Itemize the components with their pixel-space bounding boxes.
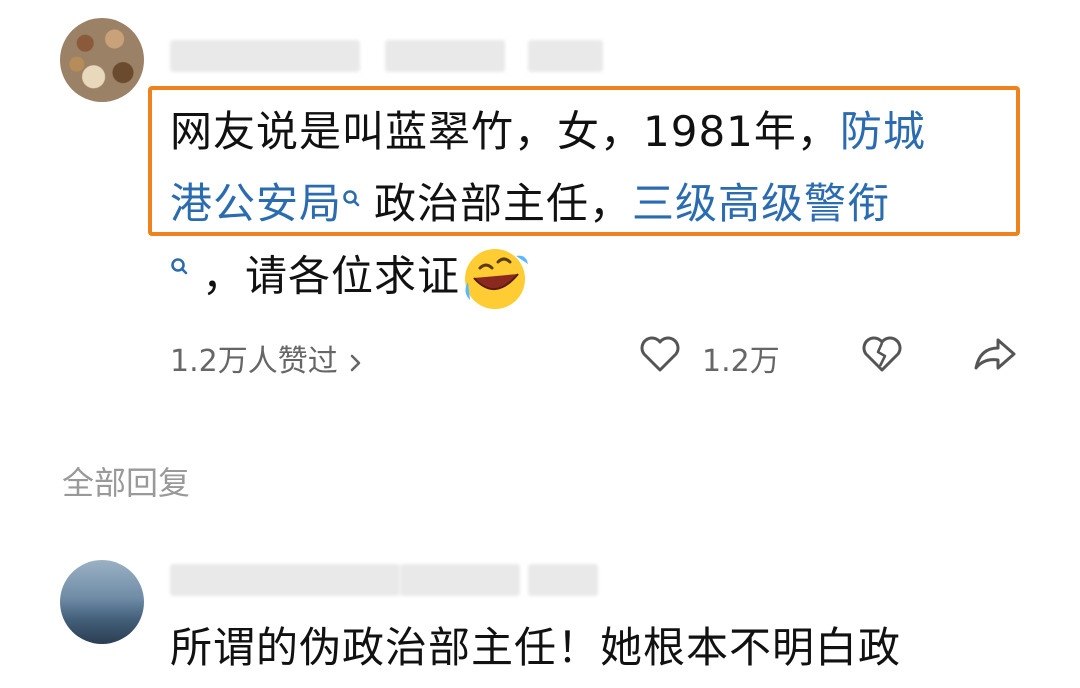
- share-icon[interactable]: [972, 334, 1018, 378]
- reply-meta-blurred-2: [528, 564, 598, 596]
- reply-text: 所谓的伪政治部主任！她根本不明白政: [170, 623, 902, 672]
- commenter-avatar[interactable]: [60, 18, 144, 102]
- rolling-laughing-emoji: [460, 244, 530, 314]
- search-icon[interactable]: [342, 176, 360, 207]
- commenter-meta-blurred: [385, 40, 505, 72]
- broken-heart-icon[interactable]: [860, 334, 904, 378]
- rank-link[interactable]: 三级高级警衔: [632, 179, 890, 228]
- likes-summary-label: 1.2万人赞过: [170, 344, 338, 379]
- heart-icon[interactable]: [638, 334, 682, 378]
- location-link-part2[interactable]: 港公安局: [170, 179, 342, 228]
- likes-summary[interactable]: 1.2万人赞过: [170, 336, 365, 380]
- chevron-right-icon: [347, 344, 365, 379]
- commenter-name-blurred: [170, 40, 360, 72]
- comment-line-3: ，请各位求证: [170, 244, 530, 314]
- commenter-meta-blurred-2: [528, 40, 603, 72]
- reply-avatar[interactable]: [60, 560, 144, 644]
- reply-meta-blurred: [400, 564, 520, 596]
- reply-name-blurred: [170, 564, 400, 596]
- comment-text-1: 网友说是叫蓝翠竹，女，1981年，: [170, 107, 840, 156]
- comment-line-2: 港公安局 政治部主任，三级高级警衔: [170, 176, 890, 232]
- comment-line-1: 网友说是叫蓝翠竹，女，1981年，防城: [170, 104, 926, 160]
- all-replies-label: 全部回复: [62, 464, 191, 502]
- like-count: 1.2万: [702, 344, 780, 379]
- location-link-part1[interactable]: 防城: [840, 107, 926, 156]
- comment-text-3: ，请各位求证: [202, 251, 461, 301]
- comment-text-2: 政治部主任，: [374, 179, 633, 228]
- search-icon[interactable]: [170, 244, 188, 275]
